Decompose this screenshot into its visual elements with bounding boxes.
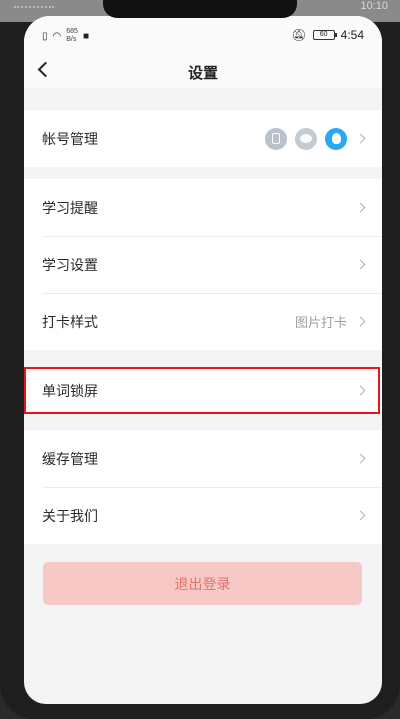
settings-item-label: 学习设置 (42, 257, 98, 274)
qq-icon (325, 127, 347, 150)
misc-section: 缓存管理 关于我们 (24, 430, 382, 544)
net-speed-value: 685 (66, 28, 78, 35)
net-speed: 685 B/s (66, 28, 78, 44)
notification-icon: ■ (82, 30, 89, 42)
page-title: 设置 (187, 64, 218, 82)
chevron-right-icon (355, 202, 366, 213)
settings-item-study-settings[interactable]: 学习设置 (24, 236, 382, 293)
camera-notch (103, 0, 297, 18)
battery-icon: 60 (312, 30, 337, 40)
device-clock: 10:10 (360, 0, 388, 12)
settings-item-label: 帐号管理 (42, 131, 98, 148)
settings-item-cache[interactable]: 缓存管理 (24, 430, 382, 487)
nav-bar: 设置 (24, 54, 382, 88)
phone-icon (265, 127, 287, 150)
settings-item-study-reminder[interactable]: 学习提醒 (24, 179, 382, 236)
settings-item-label: 缓存管理 (42, 451, 98, 468)
settings-item-value: 图片打卡 (294, 316, 347, 331)
linked-accounts (265, 127, 347, 150)
wifi-icon: ◠ (52, 30, 62, 42)
settings-item-word-lockscreen[interactable]: 单词锁屏 (24, 368, 382, 413)
status-bar: ▯ ◠ 685 B/s ■ 🔕︎ 60 4:54 (24, 16, 382, 54)
wechat-icon (295, 127, 317, 150)
settings-item-checkin-style[interactable]: 打卡样式 图片打卡 (24, 293, 382, 350)
chevron-right-icon (355, 453, 366, 464)
settings-item-label: 打卡样式 (42, 314, 98, 331)
chevron-right-icon (355, 133, 366, 144)
study-section: 学习提醒 学习设置 打卡样式 图片打卡 (24, 179, 382, 350)
phone-bezel: 10:10 ▯ ◠ 685 B/s ■ 🔕︎ 60 4:54 设置 帐号管理 学… (0, 0, 400, 719)
signal-dots-icon (14, 6, 54, 12)
status-left: ▯ ◠ 685 B/s ■ (42, 28, 89, 44)
settings-item-label: 学习提醒 (42, 200, 98, 217)
chevron-right-icon (355, 385, 366, 396)
net-speed-unit: B/s (66, 36, 77, 43)
sim-icon: ▯ (42, 30, 48, 42)
account-section: 帐号管理 (24, 110, 382, 167)
chevron-right-icon (355, 510, 366, 521)
settings-item-about[interactable]: 关于我们 (24, 487, 382, 544)
logout-button[interactable]: 退出登录 (43, 562, 362, 605)
lockscreen-section: 单词锁屏 (24, 368, 382, 413)
app-screen: ▯ ◠ 685 B/s ■ 🔕︎ 60 4:54 设置 帐号管理 学习提醒 学习… (24, 16, 382, 704)
settings-item-account[interactable]: 帐号管理 (24, 110, 382, 167)
chevron-right-icon (355, 259, 366, 270)
chevron-right-icon (355, 316, 366, 327)
status-right: 🔕︎ 60 4:54 (291, 28, 364, 42)
settings-item-label: 单词锁屏 (42, 383, 98, 400)
status-time: 4:54 (340, 28, 364, 42)
settings-item-label: 关于我们 (42, 508, 98, 525)
mute-icon: 🔕︎ (291, 28, 307, 42)
